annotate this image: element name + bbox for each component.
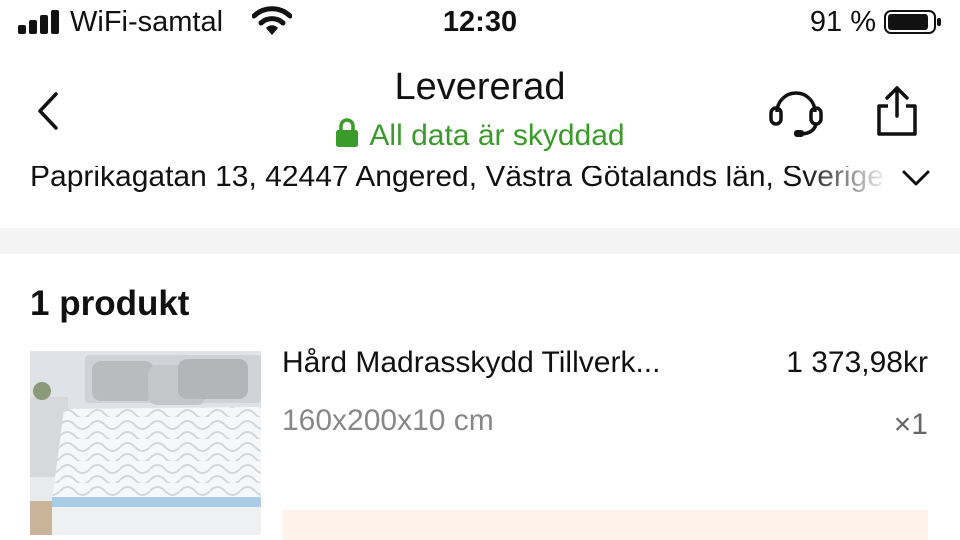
headset-icon[interactable] [768, 86, 824, 138]
share-icon[interactable] [872, 84, 922, 138]
product-notice-banner [282, 510, 928, 540]
chevron-down-icon[interactable] [900, 168, 932, 188]
address-row[interactable]: Paprikagatan 13, 42447 Angered, Västra G… [0, 166, 960, 228]
product-price: 1 373,98kr [786, 346, 928, 379]
mattress-image [30, 351, 261, 535]
nav-header: Levererad All data är skyddad [0, 56, 960, 166]
product-name[interactable]: Hård Madrasskydd Tillverk... [282, 346, 722, 380]
product-variant: 160x200x10 cm [282, 404, 494, 437]
delivery-address: Paprikagatan 13, 42447 Angered, Västra G… [30, 166, 884, 193]
lock-icon [336, 118, 359, 147]
status-bar: WiFi-samtal 12:30 91 % [0, 0, 960, 44]
battery-icon [884, 10, 941, 34]
product-thumbnail[interactable] [30, 351, 261, 535]
section-divider [0, 228, 960, 254]
products-count-title: 1 produkt [30, 284, 190, 323]
product-quantity: ×1 [893, 408, 928, 441]
secure-text: All data är skyddad [369, 119, 625, 152]
battery-percent: 91 % [809, 6, 876, 38]
